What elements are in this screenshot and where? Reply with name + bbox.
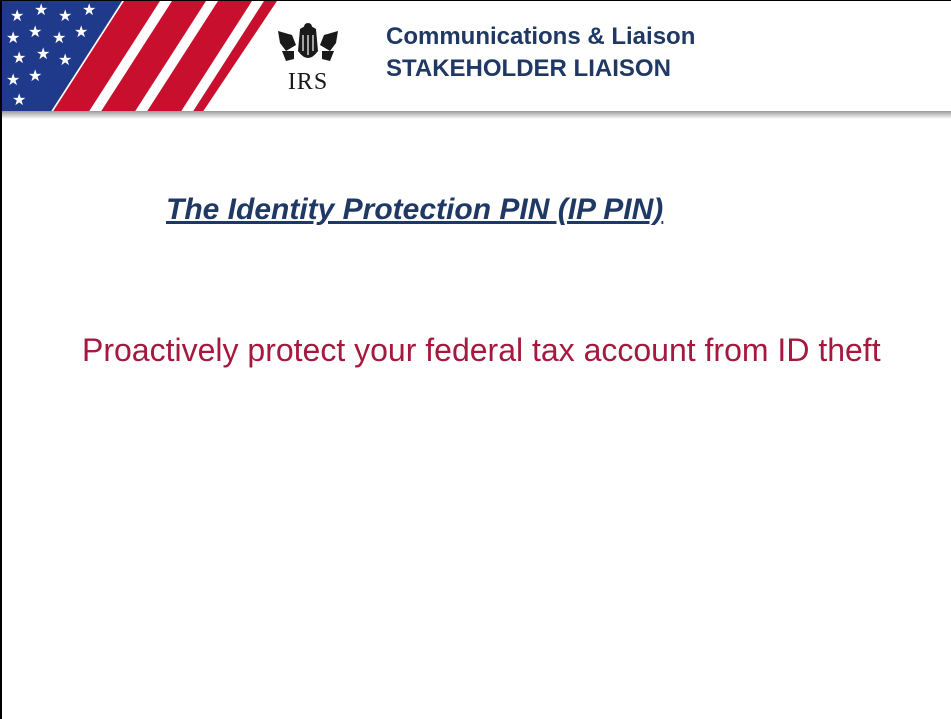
slide: ★ ★ ★ ★ ★ ★ ★ ★ ★ ★ ★ ★ ★ ★ IRS Communic…	[0, 0, 951, 719]
svg-text:★: ★	[52, 30, 66, 47]
svg-text:★: ★	[12, 92, 26, 109]
svg-text:★: ★	[6, 72, 20, 89]
svg-text:★: ★	[58, 8, 72, 25]
svg-text:★: ★	[58, 52, 72, 69]
svg-text:★: ★	[10, 8, 24, 25]
svg-text:★: ★	[74, 24, 88, 41]
body-text: Proactively protect your federal tax acc…	[82, 332, 881, 368]
svg-text:★: ★	[82, 2, 96, 19]
irs-logo: IRS	[272, 21, 344, 97]
irs-logo-text: IRS	[287, 69, 329, 95]
svg-text:★: ★	[36, 46, 50, 63]
svg-text:★: ★	[12, 50, 26, 67]
header-divider	[2, 111, 951, 119]
header-line-1: Communications & Liaison	[386, 23, 696, 50]
svg-text:★: ★	[34, 2, 48, 19]
eagle-icon	[278, 23, 338, 61]
svg-text:★: ★	[28, 68, 42, 85]
header-titles: Communications & Liaison STAKEHOLDER LIA…	[386, 21, 695, 85]
svg-text:★: ★	[28, 24, 42, 41]
slide-title: The Identity Protection PIN (IP PIN)	[166, 193, 664, 226]
svg-text:★: ★	[6, 30, 20, 47]
american-flag-graphic: ★ ★ ★ ★ ★ ★ ★ ★ ★ ★ ★ ★ ★ ★	[2, 1, 277, 113]
header-line-2: STAKEHOLDER LIAISON	[386, 55, 671, 82]
